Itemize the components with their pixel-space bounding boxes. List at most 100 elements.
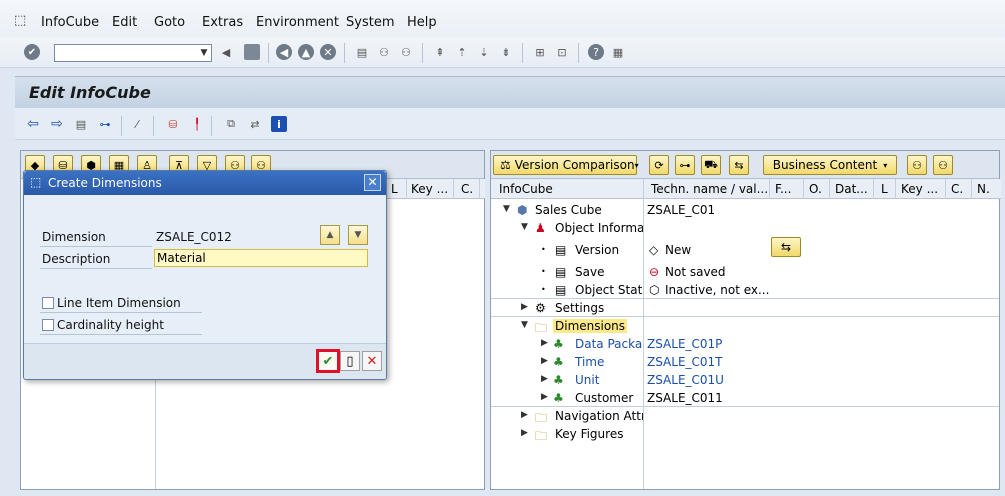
last-page-icon[interactable]: ⇟: [498, 44, 514, 60]
cancel-button[interactable]: ✕: [362, 351, 382, 371]
dimension-value: ZSALE_C012: [156, 230, 232, 244]
export-icon[interactable]: ⇆: [729, 155, 749, 175]
collapsed-triangle-icon[interactable]: ▶: [541, 338, 548, 348]
tree-row-version[interactable]: • ▤ Version ◇ New: [491, 241, 999, 259]
menu-goto[interactable]: Goto: [154, 15, 185, 30]
first-page-icon[interactable]: ⇞: [432, 44, 448, 60]
enter-icon[interactable]: ✔: [24, 44, 40, 60]
chevron-down-icon[interactable]: ▼: [197, 45, 211, 61]
new-session-icon[interactable]: ⊞: [532, 44, 548, 60]
tree-row-settings[interactable]: ▶ ⚙ Settings: [491, 299, 999, 317]
tree-row-object-information[interactable]: ▼ ♟ Object Informat: [491, 219, 999, 237]
collapsed-triangle-icon[interactable]: ▶: [521, 302, 528, 312]
back-icon[interactable]: ◀: [276, 44, 292, 60]
line-item-dimension-checkbox[interactable]: [42, 297, 54, 309]
business-content-label: Business Content: [772, 158, 878, 172]
tree-row-label: Sales Cube: [535, 203, 602, 217]
info-object-icon: ♟: [535, 221, 546, 235]
page-title: Edit InfoCube: [29, 83, 151, 102]
version-comparison-icon: ⚖: [500, 158, 511, 172]
menu-help[interactable]: Help: [407, 15, 437, 30]
display-object-icon[interactable]: ⧉: [223, 116, 239, 132]
find-icon[interactable]: ⚇: [376, 44, 392, 60]
confirm-button[interactable]: ✔: [316, 349, 340, 373]
tree-row-sales-cube[interactable]: ▼ ⬢ Sales Cube ZSALE_C01: [491, 201, 999, 219]
tree-row-customer[interactable]: ▶ ♣ Customer ZSALE_C011: [491, 389, 999, 407]
tree-row-time[interactable]: ▶ ♣ Time ZSALE_C01T: [491, 353, 999, 371]
tree-row-data-package[interactable]: ▶ ♣ Data Packag ZSALE_C01P: [491, 335, 999, 353]
where-used-icon[interactable]: ⇄: [247, 116, 263, 132]
print-icon[interactable]: ▤: [354, 44, 370, 60]
tree-row-save[interactable]: • ▤ Save ⊖ Not saved: [491, 263, 999, 281]
inactive-icon: ⬡: [649, 283, 660, 297]
refresh-icon[interactable]: ⟳: [649, 155, 669, 175]
dialog-icon: ⬚: [30, 175, 42, 189]
menu-environment[interactable]: Environment: [256, 15, 339, 30]
next-dimension-button[interactable]: ▼: [348, 225, 368, 245]
tree-row-dimensions[interactable]: ▼ 🗀 Dimensions: [491, 317, 999, 335]
maintain-icon[interactable]: ╿: [189, 116, 205, 132]
transport-icon[interactable]: ⛟: [701, 155, 721, 175]
arrow-right-icon[interactable]: ⇨: [49, 116, 65, 132]
menu-system[interactable]: System: [346, 15, 394, 30]
cardinality-height-checkbox[interactable]: [42, 319, 54, 331]
binoculars-next-icon[interactable]: ⚇: [933, 155, 953, 175]
column-header-key: Key ...: [411, 182, 449, 196]
tree-row-value: ZSALE_C01P: [647, 337, 723, 351]
binoculars-icon[interactable]: ⚇: [907, 155, 927, 175]
tree-row-value: Not saved: [665, 265, 726, 279]
standard-toolbar: ✔ ▼ ◀ ◀ ▲ ✕ ▤ ⚇ ⚇ ⇞ ⇡ ⇣ ⇟ ⊞ ⊡ ? ▦: [0, 38, 1005, 68]
expanded-triangle-icon[interactable]: ▼: [521, 320, 528, 330]
column-header-c: C.: [461, 182, 474, 196]
menu-icon[interactable]: ⬚: [14, 13, 26, 28]
collapsed-triangle-icon[interactable]: ▶: [541, 356, 548, 366]
tree-row-key-figures[interactable]: ▶ 🗀 Key Figures: [491, 425, 999, 443]
description-input[interactable]: Material: [154, 249, 368, 267]
folder-icon: 🗀: [535, 429, 548, 443]
menu-edit[interactable]: Edit: [112, 15, 137, 30]
tree-row-navigation-attributes[interactable]: ▶ 🗀 Navigation Attrib: [491, 407, 999, 425]
document-icon: ▤: [555, 283, 567, 297]
layout-menu-icon[interactable]: ▦: [610, 44, 626, 60]
application-toolbar: ⇦ ⇨ ▤ ⊶ ⁄ ⛁ ╿ ⧉ ⇄ i: [15, 108, 1005, 140]
cancel-icon[interactable]: ✕: [320, 44, 336, 60]
tree-row-label: Object Informat: [555, 221, 643, 235]
version-detail-button[interactable]: ⇆: [771, 237, 801, 257]
tree-row-label: Customer: [575, 391, 634, 405]
info-icon[interactable]: i: [271, 116, 287, 132]
arrow-left-icon[interactable]: ⇦: [25, 116, 41, 132]
close-icon[interactable]: ✕: [364, 174, 381, 191]
previous-page-icon[interactable]: ⇡: [454, 44, 470, 60]
find-next-icon[interactable]: ⚇: [398, 44, 414, 60]
help-icon[interactable]: ?: [588, 44, 604, 60]
save-icon[interactable]: [244, 44, 260, 60]
check-icon[interactable]: ⁄: [129, 116, 145, 132]
hierarchy-icon[interactable]: ⊶: [97, 116, 113, 132]
column-header-n: N.: [977, 182, 990, 196]
expanded-triangle-icon[interactable]: ▼: [503, 204, 510, 214]
activate-icon[interactable]: ⛁: [165, 116, 181, 132]
shortcut-icon[interactable]: ⊡: [554, 44, 570, 60]
column-header-l: L: [881, 182, 888, 196]
back-arrow-icon[interactable]: ◀: [218, 44, 234, 60]
exit-icon[interactable]: ▲: [298, 44, 314, 60]
next-page-icon[interactable]: ⇣: [476, 44, 492, 60]
tree-row-label: Unit: [575, 373, 600, 387]
new-entry-button[interactable]: ▯: [340, 351, 360, 371]
collapsed-triangle-icon[interactable]: ▶: [521, 410, 528, 420]
menu-extras[interactable]: Extras: [202, 15, 243, 30]
tree-icon[interactable]: ⊶: [675, 155, 695, 175]
collapsed-triangle-icon[interactable]: ▶: [521, 428, 528, 438]
other-object-icon[interactable]: ▤: [73, 116, 89, 132]
command-field[interactable]: ▼: [54, 44, 212, 62]
version-comparison-button[interactable]: ⚖ Version Comparison ▾: [493, 155, 639, 175]
tree-row-unit[interactable]: ▶ ♣ Unit ZSALE_C01U: [491, 371, 999, 389]
menu-infocube[interactable]: InfoCube: [41, 15, 99, 30]
right-column-header: InfoCube Techn. name / val... F... O. Da…: [491, 179, 1001, 199]
expanded-triangle-icon[interactable]: ▼: [521, 222, 528, 232]
collapsed-triangle-icon[interactable]: ▶: [541, 392, 548, 402]
previous-dimension-button[interactable]: ▲: [320, 225, 340, 245]
business-content-button[interactable]: Business Content ▾: [763, 155, 897, 175]
collapsed-triangle-icon[interactable]: ▶: [541, 374, 548, 384]
tree-row-object-status[interactable]: • ▤ Object Statu ⬡ Inactive, not ex...: [491, 281, 999, 299]
